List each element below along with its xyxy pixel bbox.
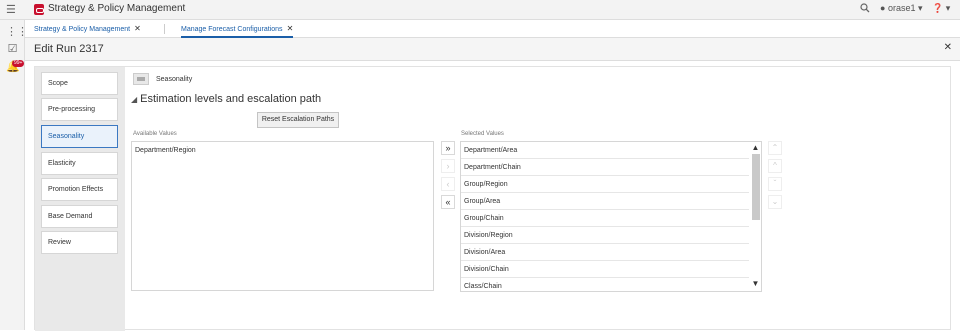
list-item[interactable]: Department/Area <box>461 142 749 159</box>
step-seasonality[interactable]: Seasonality <box>41 125 118 148</box>
move-right-button[interactable]: › <box>441 159 455 173</box>
help-menu[interactable]: ❓ ▾ <box>932 3 950 14</box>
step-scope[interactable]: Scope <box>41 72 118 95</box>
tab-manage-forecast-configurations[interactable]: Manage Forecast Configurations ✕ <box>181 20 294 38</box>
tabs-bar: Strategy & Policy Management ✕ Manage For… <box>25 20 960 38</box>
list-item[interactable]: Class/Chain <box>461 278 749 291</box>
move-up-button[interactable]: ^ <box>768 159 782 173</box>
list-item[interactable]: Group/Chain <box>461 210 749 227</box>
tab-label: Strategy & Policy Management <box>34 26 131 33</box>
move-to-bottom-button[interactable]: ⌄ <box>768 195 782 209</box>
selected-values-label: Selected Values <box>461 131 504 137</box>
reset-escalation-paths-button[interactable]: Reset Escalation Paths <box>257 112 339 128</box>
selected-values-list[interactable]: Department/Area Department/Chain Group/R… <box>460 141 762 292</box>
chevron-down-icon: ▾ <box>945 3 951 13</box>
collapse-triangle-icon[interactable]: ◢ <box>131 95 137 104</box>
wizard-steps: Scope Pre-processing Seasonality Elastic… <box>35 67 125 331</box>
step-pre-processing[interactable]: Pre-processing <box>41 98 118 121</box>
help-icon: ❓ <box>932 3 944 13</box>
available-values-list[interactable]: Department/Region <box>131 141 434 291</box>
list-item[interactable]: Group/Area <box>461 193 749 210</box>
top-bar: ☰ Strategy & Policy Management ● orase1 … <box>0 0 960 20</box>
list-item[interactable]: Division/Chain <box>461 261 749 278</box>
scroll-down-icon[interactable]: ▼ <box>750 279 761 289</box>
user-name: orase1 <box>887 3 916 13</box>
list-item[interactable]: Division/Region <box>461 227 749 244</box>
tab-strategy-policy-management[interactable]: Strategy & Policy Management ✕ <box>34 20 141 38</box>
step-promotion-effects[interactable]: Promotion Effects <box>41 178 118 201</box>
subsection-title: Estimation levels and escalation path <box>140 93 322 105</box>
tab-divider <box>164 24 165 34</box>
move-left-button[interactable]: ‹ <box>441 177 455 191</box>
list-item[interactable]: Division/Area <box>461 244 749 261</box>
navigator-menu-icon[interactable]: ☰ <box>6 5 18 16</box>
oracle-logo-icon <box>34 4 44 15</box>
subsection-header[interactable]: ◢ Estimation levels and escalation path <box>131 93 321 105</box>
step-review[interactable]: Review <box>41 231 118 254</box>
edit-header: Edit Run 2317 ✕ <box>25 38 960 61</box>
list-item[interactable]: Department/Chain <box>461 159 749 176</box>
move-to-top-button[interactable]: ⌃ <box>768 141 782 155</box>
scrollbar[interactable]: ▲ ▼ <box>750 142 761 291</box>
step-elasticity[interactable]: Elasticity <box>41 152 118 175</box>
list-item[interactable]: Group/Region <box>461 176 749 193</box>
notification-badge: 99+ <box>12 60 25 67</box>
page-title: Edit Run 2317 <box>34 43 104 55</box>
section-label: Seasonality <box>156 76 193 83</box>
move-all-left-button[interactable]: « <box>441 195 455 209</box>
close-icon[interactable]: ✕ <box>287 24 294 33</box>
section-icon <box>133 73 149 85</box>
move-all-right-button[interactable]: » <box>441 141 455 155</box>
user-icon: ● <box>880 3 886 13</box>
tasks-icon[interactable]: ☑ <box>6 44 19 55</box>
search-icon[interactable] <box>860 3 870 15</box>
wizard-panel: Scope Pre-processing Seasonality Elastic… <box>34 66 951 331</box>
close-icon[interactable]: ✕ <box>944 42 952 53</box>
available-values-label: Available Values <box>133 131 177 137</box>
apps-grid-icon[interactable]: ⋮⋮ <box>6 27 28 38</box>
chevron-down-icon: ▾ <box>918 3 923 13</box>
user-menu[interactable]: ● orase1 ▾ <box>880 3 923 14</box>
left-rail: ⋮⋮ ☑ 🔔 99+ <box>0 20 28 330</box>
move-down-button[interactable]: ˇ <box>768 177 782 191</box>
list-item[interactable]: Department/Region <box>135 147 196 154</box>
close-icon[interactable]: ✕ <box>134 24 141 33</box>
tab-label: Manage Forecast Configurations <box>181 26 283 33</box>
app-title: Strategy & Policy Management <box>48 3 186 14</box>
scroll-up-icon[interactable]: ▲ <box>750 143 761 153</box>
step-base-demand[interactable]: Base Demand <box>41 205 118 228</box>
scroll-thumb[interactable] <box>752 154 760 220</box>
